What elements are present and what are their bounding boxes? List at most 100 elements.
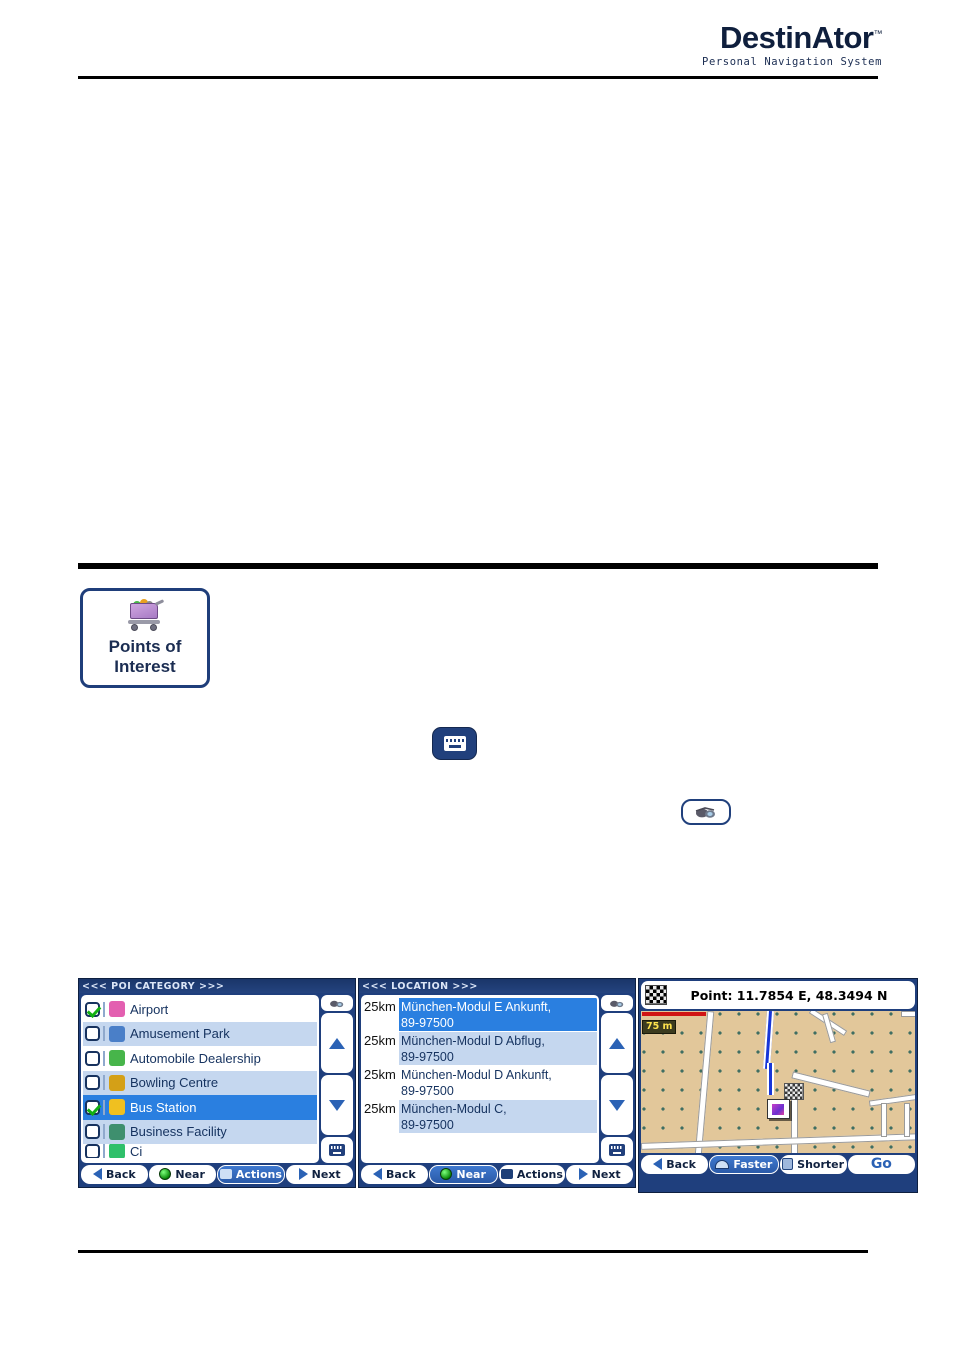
shorter-route-button[interactable]: Shorter — [779, 1154, 847, 1174]
list-item[interactable]: Airport — [83, 997, 317, 1022]
location-name: München-Modul E Ankunft, — [401, 1000, 552, 1014]
poi-category-list[interactable]: Airport Amusement Park Automobile Dealer… — [81, 995, 319, 1163]
scale-label: 75 m — [642, 1020, 677, 1034]
binoculars-glyph — [610, 1000, 624, 1007]
location-panel: <<< LOCATION >>> 25km München-Modul E An… — [358, 978, 636, 1188]
list-item[interactable]: Ci — [83, 1144, 317, 1158]
distance-label: 25km — [364, 1100, 399, 1116]
poi-category-title: <<< POI CATEGORY >>> — [79, 979, 355, 993]
binoculars-icon[interactable] — [321, 995, 353, 1011]
list-item[interactable]: Automobile Dealership — [83, 1046, 317, 1071]
map-scale-indicator: 75 m — [642, 1012, 706, 1034]
row-checkbox[interactable] — [85, 1075, 100, 1091]
keyboard-icon[interactable] — [432, 727, 477, 760]
list-item[interactable]: Bowling Centre — [83, 1070, 317, 1095]
go-label: Go — [870, 1156, 892, 1172]
go-button[interactable]: Go — [847, 1154, 915, 1174]
back-button[interactable]: Back — [641, 1154, 709, 1174]
distance-label: 25km — [364, 1032, 399, 1048]
scroll-down-arrow[interactable] — [321, 1075, 353, 1135]
near-button[interactable]: Near — [148, 1164, 216, 1184]
binoculars-icon[interactable] — [681, 799, 731, 825]
row-divider — [103, 1050, 105, 1066]
poi-category-panel: <<< POI CATEGORY >>> Airport Amusement P… — [78, 978, 356, 1188]
scroll-down-arrow[interactable] — [601, 1075, 633, 1135]
next-button[interactable]: Next — [566, 1164, 633, 1184]
back-arrow-icon — [653, 1158, 663, 1170]
distance-label: 25km — [364, 1066, 399, 1082]
row-checkbox[interactable] — [85, 1026, 100, 1042]
binoculars-glyph — [695, 806, 715, 818]
location-list[interactable]: 25km München-Modul E Ankunft, 89-97500 2… — [361, 995, 599, 1163]
row-checkbox[interactable] — [85, 1124, 100, 1140]
row-divider — [103, 1075, 105, 1091]
ruler-icon — [782, 1158, 794, 1170]
cart-handle — [154, 599, 165, 606]
speedometer-icon — [715, 1159, 730, 1169]
route-line — [767, 1063, 774, 1095]
business-facility-icon — [109, 1123, 125, 1140]
next-button[interactable]: Next — [286, 1164, 353, 1184]
keyboard-icon[interactable] — [601, 1137, 633, 1163]
map-canvas[interactable]: 75 m — [641, 1011, 915, 1153]
location-postcode: 89-97500 — [401, 1016, 454, 1030]
row-divider — [103, 1026, 105, 1042]
next-label: Next — [591, 1167, 621, 1181]
map-road — [901, 1011, 915, 1017]
back-button[interactable]: Back — [361, 1164, 428, 1184]
faster-route-button[interactable]: Faster — [709, 1154, 779, 1174]
location-text: München-Modul D Abflug, 89-97500 — [399, 1032, 597, 1065]
scroll-up-arrow[interactable] — [321, 1013, 353, 1073]
location-title: <<< LOCATION >>> — [359, 979, 635, 993]
binoculars-glyph — [330, 1000, 344, 1007]
list-item-label: Bus Station — [130, 1099, 197, 1115]
points-of-interest-label: Points of Interest — [109, 637, 182, 676]
row-checkbox[interactable] — [85, 1050, 100, 1066]
scale-bar — [642, 1012, 706, 1016]
row-checkbox[interactable] — [85, 1099, 100, 1115]
actions-button[interactable]: Actions — [498, 1164, 566, 1184]
down-arrow-glyph — [329, 1099, 345, 1111]
actions-label: Actions — [235, 1167, 282, 1181]
list-item[interactable]: 25km München-Modul D Abflug, 89-97500 — [363, 1031, 597, 1065]
next-arrow-icon — [578, 1168, 588, 1180]
list-item[interactable]: 25km München-Modul E Ankunft, 89-97500 — [363, 997, 597, 1031]
list-item[interactable]: Business Facility — [83, 1119, 317, 1144]
up-arrow-glyph — [609, 1037, 625, 1049]
logo-wordmark: DestinAtor™ — [720, 20, 882, 55]
back-button[interactable]: Back — [81, 1164, 148, 1184]
binoculars-icon[interactable] — [601, 995, 633, 1011]
near-label: Near — [175, 1167, 205, 1181]
location-postcode: 89-97500 — [401, 1050, 454, 1064]
list-item-label: Airport — [130, 1001, 169, 1017]
checkered-flag-icon — [645, 985, 667, 1005]
map-header-bar: Point: 11.7854 E, 48.3494 N — [641, 981, 915, 1009]
shopping-cart-icon — [122, 599, 168, 633]
row-checkbox[interactable] — [85, 1001, 100, 1017]
route-line — [762, 1011, 775, 1070]
keyboard-icon[interactable] — [321, 1137, 353, 1163]
list-item-label: Business Facility — [130, 1124, 227, 1140]
keyboard-glyph — [609, 1144, 625, 1156]
list-item[interactable]: 25km München-Modul C, 89-97500 — [363, 1099, 597, 1133]
list-item[interactable]: 25km München-Modul D Ankunft, 89-97500 — [363, 1065, 597, 1099]
row-divider — [103, 1144, 105, 1158]
points-of-interest-button[interactable]: Points of Interest — [80, 588, 210, 688]
document-page: DestinAtor™ Personal Navigation System P… — [0, 0, 954, 1350]
list-item[interactable]: Bus Station — [83, 1095, 317, 1120]
near-button[interactable]: Near — [428, 1164, 498, 1184]
back-label: Back — [386, 1167, 416, 1181]
location-text: München-Modul D Ankunft, 89-97500 — [399, 1066, 597, 1099]
poi-category-body: Airport Amusement Park Automobile Dealer… — [79, 993, 355, 1163]
actions-button[interactable]: Actions — [216, 1164, 286, 1184]
header-rule — [78, 76, 878, 79]
list-item[interactable]: Amusement Park — [83, 1021, 317, 1046]
bus-station-icon — [109, 1099, 125, 1116]
location-text: München-Modul E Ankunft, 89-97500 — [399, 998, 597, 1031]
location-body: 25km München-Modul E Ankunft, 89-97500 2… — [359, 993, 635, 1163]
location-toolbar: Back Near Actions Next — [359, 1163, 635, 1185]
scroll-up-arrow[interactable] — [601, 1013, 633, 1073]
location-text: München-Modul C, 89-97500 — [399, 1100, 597, 1133]
checkered-destination-flag — [784, 1083, 804, 1100]
row-checkbox[interactable] — [85, 1144, 100, 1158]
